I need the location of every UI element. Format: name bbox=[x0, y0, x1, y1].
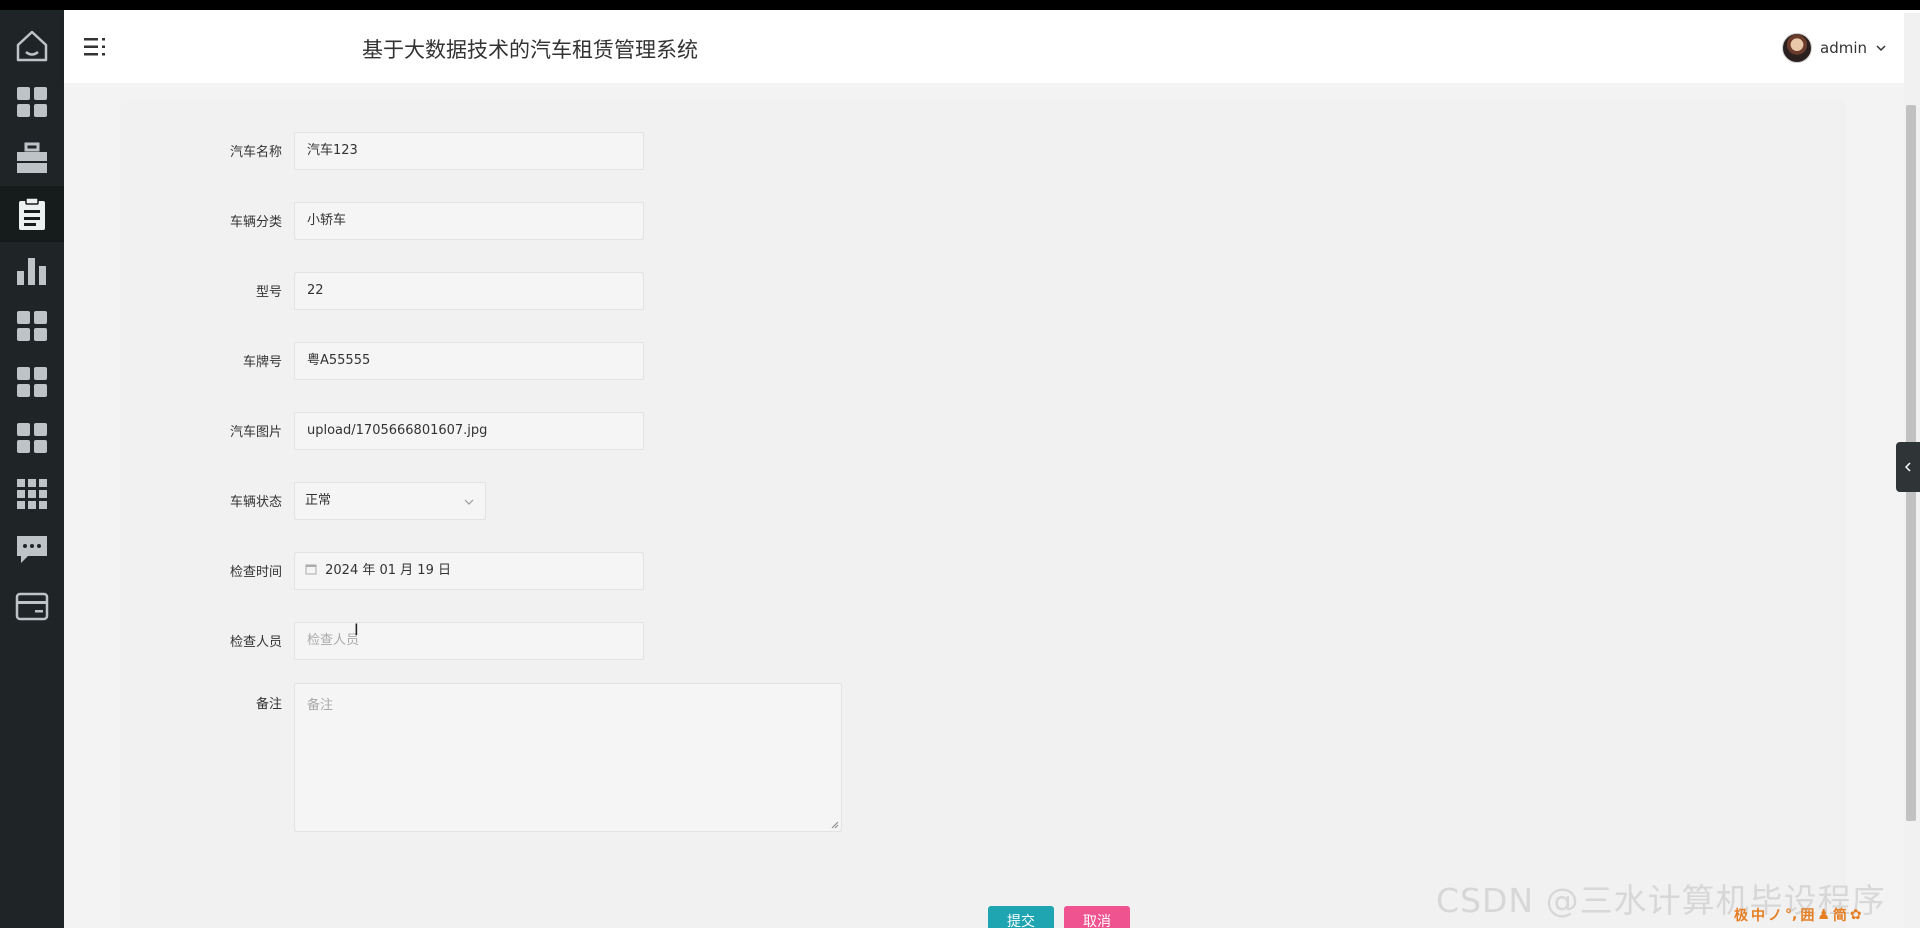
ime-item[interactable]: ♟ bbox=[1817, 907, 1830, 923]
chat-icon bbox=[17, 536, 47, 563]
sidebar-item-card[interactable] bbox=[0, 578, 64, 634]
clipboard-icon bbox=[19, 197, 45, 230]
grid-icon bbox=[17, 367, 47, 397]
top-header: 基于大数据技术的汽车租赁管理系统 admin bbox=[64, 13, 1904, 83]
plate-label: 车牌号 bbox=[242, 355, 282, 370]
main-content: 汽车名称 汽车123 车辆分类 小轿车 型号 22 车牌号 粤A55555 汽车… bbox=[64, 83, 1904, 928]
ime-item[interactable]: °, bbox=[1785, 907, 1797, 923]
resize-handle-icon[interactable] bbox=[831, 821, 839, 829]
sidebar-item-home[interactable] bbox=[0, 18, 64, 74]
sidebar-item-briefcase[interactable] bbox=[0, 130, 64, 186]
inspector-input[interactable]: 检查人员 bbox=[294, 622, 644, 660]
ime-item[interactable]: 囲 bbox=[1800, 905, 1814, 925]
menu-icon bbox=[84, 38, 105, 56]
check-time-value: 2024 年 01 月 19 日 bbox=[325, 563, 451, 578]
ime-item[interactable]: 简 bbox=[1833, 905, 1847, 925]
sidebar-item-module-3[interactable] bbox=[0, 410, 64, 466]
chevron-down-icon bbox=[464, 499, 474, 505]
image-label: 汽车图片 bbox=[229, 425, 282, 440]
ime-toolbar[interactable]: 极 中 ノ °, 囲 ♟ 简 ✿ bbox=[1734, 905, 1862, 925]
car-name-input[interactable]: 汽车123 bbox=[294, 132, 644, 170]
check-time-label: 检查时间 bbox=[229, 565, 282, 580]
remark-placeholder: 备注 bbox=[307, 698, 334, 713]
grid-icon bbox=[17, 311, 47, 341]
sidebar-item-dashboard[interactable] bbox=[0, 74, 64, 130]
model-label: 型号 bbox=[255, 285, 282, 300]
ime-item[interactable]: 极 bbox=[1734, 905, 1748, 925]
apps-icon bbox=[17, 479, 47, 509]
briefcase-icon bbox=[17, 142, 47, 173]
category-input[interactable]: 小轿车 bbox=[294, 202, 644, 240]
system-title: 基于大数据技术的汽车租赁管理系统 bbox=[362, 38, 698, 62]
chevron-down-icon bbox=[1876, 45, 1886, 52]
grid-icon bbox=[17, 423, 47, 453]
ime-item[interactable]: ノ bbox=[1768, 905, 1782, 925]
plate-input[interactable]: 粤A55555 bbox=[294, 342, 644, 380]
text-cursor-icon: I bbox=[354, 620, 359, 639]
cancel-button[interactable]: 取消 bbox=[1064, 906, 1130, 928]
side-panel-toggle[interactable] bbox=[1896, 442, 1920, 492]
model-value: 22 bbox=[307, 283, 324, 298]
avatar bbox=[1782, 33, 1812, 63]
sidebar-item-messages[interactable] bbox=[0, 522, 64, 578]
sidebar-item-clipboard[interactable] bbox=[0, 186, 64, 242]
grid-icon bbox=[17, 87, 47, 117]
form-panel: 汽车名称 汽车123 车辆分类 小轿车 型号 22 车牌号 粤A55555 汽车… bbox=[122, 103, 1844, 928]
model-input[interactable]: 22 bbox=[294, 272, 644, 310]
chevron-left-icon bbox=[1904, 462, 1911, 472]
image-input[interactable]: upload/1705666801607.jpg bbox=[294, 412, 644, 450]
remark-label: 备注 bbox=[255, 697, 282, 712]
car-name-value: 汽车123 bbox=[307, 143, 358, 158]
sidebar-item-statistics[interactable] bbox=[0, 242, 64, 298]
user-name: admin bbox=[1820, 39, 1867, 57]
inspector-label: 检查人员 bbox=[229, 635, 282, 650]
ime-item[interactable]: ✿ bbox=[1850, 907, 1862, 923]
calendar-icon bbox=[305, 564, 317, 575]
sidebar bbox=[0, 10, 64, 928]
card-icon bbox=[15, 592, 49, 621]
inspector-placeholder: 检查人员 bbox=[307, 633, 360, 648]
category-label: 车辆分类 bbox=[229, 215, 282, 230]
category-value: 小轿车 bbox=[307, 213, 347, 228]
user-menu[interactable]: admin bbox=[1782, 33, 1887, 63]
sidebar-item-module-1[interactable] bbox=[0, 298, 64, 354]
check-time-input[interactable]: 2024 年 01 月 19 日 bbox=[294, 552, 644, 590]
home-icon bbox=[16, 30, 48, 62]
window-top-bar bbox=[0, 0, 1920, 10]
image-value: upload/1705666801607.jpg bbox=[307, 423, 488, 438]
submit-button[interactable]: 提交 bbox=[988, 906, 1054, 928]
status-label: 车辆状态 bbox=[229, 495, 282, 510]
sidebar-item-apps[interactable] bbox=[0, 466, 64, 522]
remark-textarea[interactable]: 备注 bbox=[294, 683, 842, 832]
ime-item[interactable]: 中 bbox=[1751, 905, 1765, 925]
status-select[interactable]: 正常 bbox=[294, 482, 486, 520]
status-value: 正常 bbox=[305, 493, 332, 508]
sidebar-item-module-2[interactable] bbox=[0, 354, 64, 410]
car-name-label: 汽车名称 bbox=[229, 145, 282, 160]
menu-toggle-button[interactable] bbox=[82, 33, 110, 61]
plate-value: 粤A55555 bbox=[307, 353, 371, 368]
bar-chart-icon bbox=[17, 258, 46, 285]
